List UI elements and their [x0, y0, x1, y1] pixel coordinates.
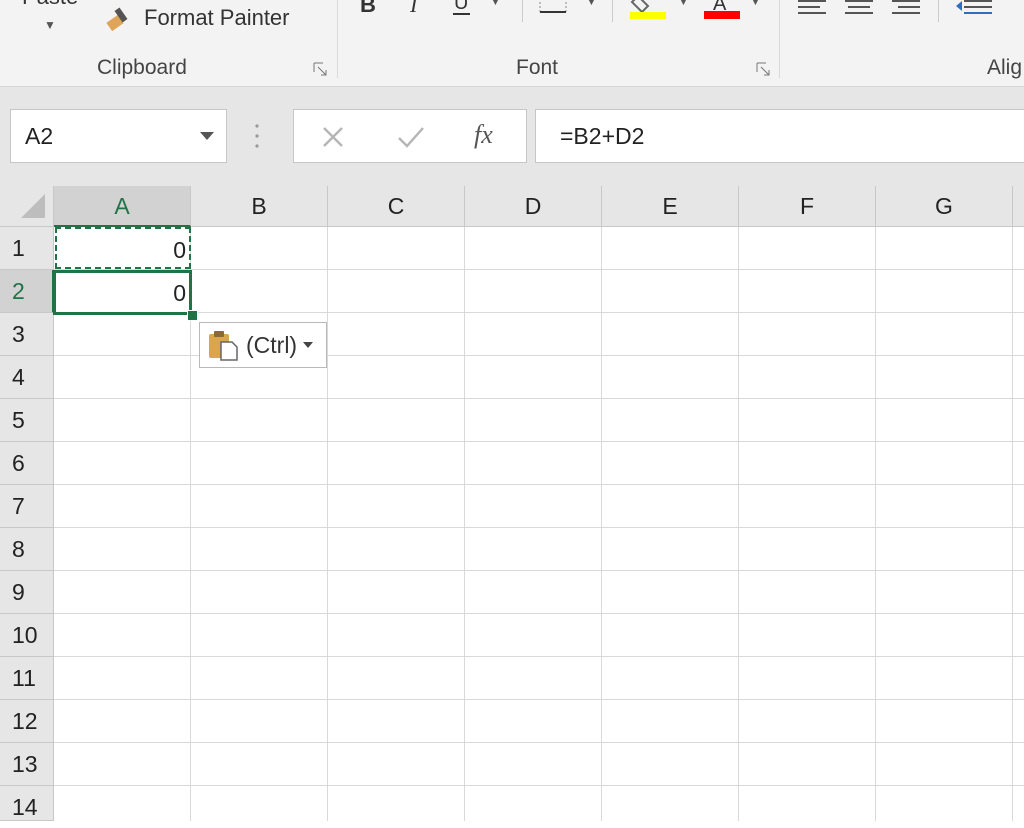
align-bottom-icon[interactable]: [890, 0, 922, 18]
row-header-9[interactable]: 9: [0, 571, 54, 614]
column-header-h[interactable]: [1013, 186, 1024, 227]
fill-handle[interactable]: [187, 310, 198, 321]
name-box-dropdown-icon[interactable]: [200, 132, 214, 140]
column-header-g[interactable]: G: [876, 186, 1013, 227]
font-color-dropdown-icon[interactable]: ▼: [750, 0, 761, 8]
row-header-1[interactable]: 1: [0, 227, 54, 270]
font-launcher-icon[interactable]: [755, 61, 771, 77]
row-header-8[interactable]: 8: [0, 528, 54, 571]
format-painter-label: Format Painter: [144, 5, 290, 30]
active-cell-border: [53, 270, 192, 315]
row-header-6[interactable]: 6: [0, 442, 54, 485]
clipboard-launcher-icon[interactable]: [312, 61, 328, 77]
worksheet-grid: A B C D E F G 1 2 3 4 5 6 7 8 9 10 11 12…: [0, 186, 1024, 821]
row-header-2[interactable]: 2: [0, 270, 54, 313]
underline-dropdown-icon[interactable]: ▼: [490, 0, 501, 8]
select-all-icon: [21, 194, 45, 218]
row-header-10[interactable]: 10: [0, 614, 54, 657]
toolbar-divider: [612, 0, 613, 22]
row-header-4[interactable]: 4: [0, 356, 54, 399]
format-painter-button[interactable]: Format Painter: [104, 0, 290, 36]
row-header-3[interactable]: 3: [0, 313, 54, 356]
copy-marquee: [55, 227, 191, 269]
close-icon[interactable]: [320, 124, 346, 150]
row-header-11[interactable]: 11: [0, 657, 54, 700]
alignment-group-label: Alig: [987, 56, 1023, 79]
column-header-a[interactable]: A: [54, 186, 191, 227]
row-header-5[interactable]: 5: [0, 399, 54, 442]
column-header-c[interactable]: C: [328, 186, 465, 227]
name-box[interactable]: A2: [10, 109, 227, 163]
ribbon-separator: [779, 0, 780, 78]
clipboard-paste-icon: [209, 331, 238, 361]
clipboard-group-label: Clipboard: [97, 56, 187, 79]
svg-text:U: U: [454, 0, 468, 14]
svg-text:B: B: [360, 0, 376, 16]
select-all-button[interactable]: [0, 186, 54, 227]
fill-color-icon[interactable]: [630, 0, 666, 20]
align-middle-icon[interactable]: [843, 0, 875, 18]
formula-area: A2 fx =B2+D2: [0, 87, 1024, 186]
decrease-indent-icon[interactable]: [954, 0, 994, 18]
borders-dropdown-icon[interactable]: ▼: [586, 0, 597, 8]
paste-options-dropdown-icon: [303, 342, 314, 348]
borders-icon[interactable]: [538, 0, 570, 16]
resize-dots-icon[interactable]: [255, 123, 259, 149]
font-group-label: Font: [516, 56, 559, 79]
column-header-d[interactable]: D: [465, 186, 602, 227]
toolbar-divider: [522, 0, 523, 22]
formula-value: =B2+D2: [560, 123, 645, 149]
svg-text:I: I: [409, 0, 419, 16]
bold-icon[interactable]: B: [356, 0, 380, 16]
paste-label[interactable]: Paste: [22, 0, 78, 10]
row-header-12[interactable]: 12: [0, 700, 54, 743]
underline-icon[interactable]: U: [450, 0, 474, 16]
formula-input[interactable]: =B2+D2: [535, 109, 1024, 163]
toolbar-divider: [938, 0, 939, 22]
ribbon: Paste ▼ Format Painter Clipboard B I U ▼…: [0, 0, 1024, 87]
paste-options-button[interactable]: (Ctrl): [199, 322, 327, 368]
insert-function-button[interactable]: fx: [474, 120, 493, 150]
row-header-13[interactable]: 13: [0, 743, 54, 786]
checkmark-icon[interactable]: [396, 124, 426, 150]
italic-icon[interactable]: I: [404, 0, 428, 16]
formula-buttons: fx: [293, 109, 527, 163]
font-color-icon[interactable]: A: [704, 0, 740, 20]
cell-area[interactable]: [54, 227, 1024, 821]
column-header-f[interactable]: F: [739, 186, 876, 227]
paste-dropdown-icon[interactable]: ▼: [44, 18, 56, 32]
fill-color-dropdown-icon[interactable]: ▼: [678, 0, 689, 8]
name-box-value: A2: [25, 123, 54, 149]
row-header-14[interactable]: 14: [0, 786, 54, 821]
ribbon-separator: [337, 0, 338, 78]
format-painter-icon: [106, 7, 128, 32]
row-header-7[interactable]: 7: [0, 485, 54, 528]
paste-options-label: (Ctrl): [246, 331, 298, 358]
column-header-b[interactable]: B: [191, 186, 328, 227]
column-header-e[interactable]: E: [602, 186, 739, 227]
align-top-icon[interactable]: [796, 0, 828, 18]
